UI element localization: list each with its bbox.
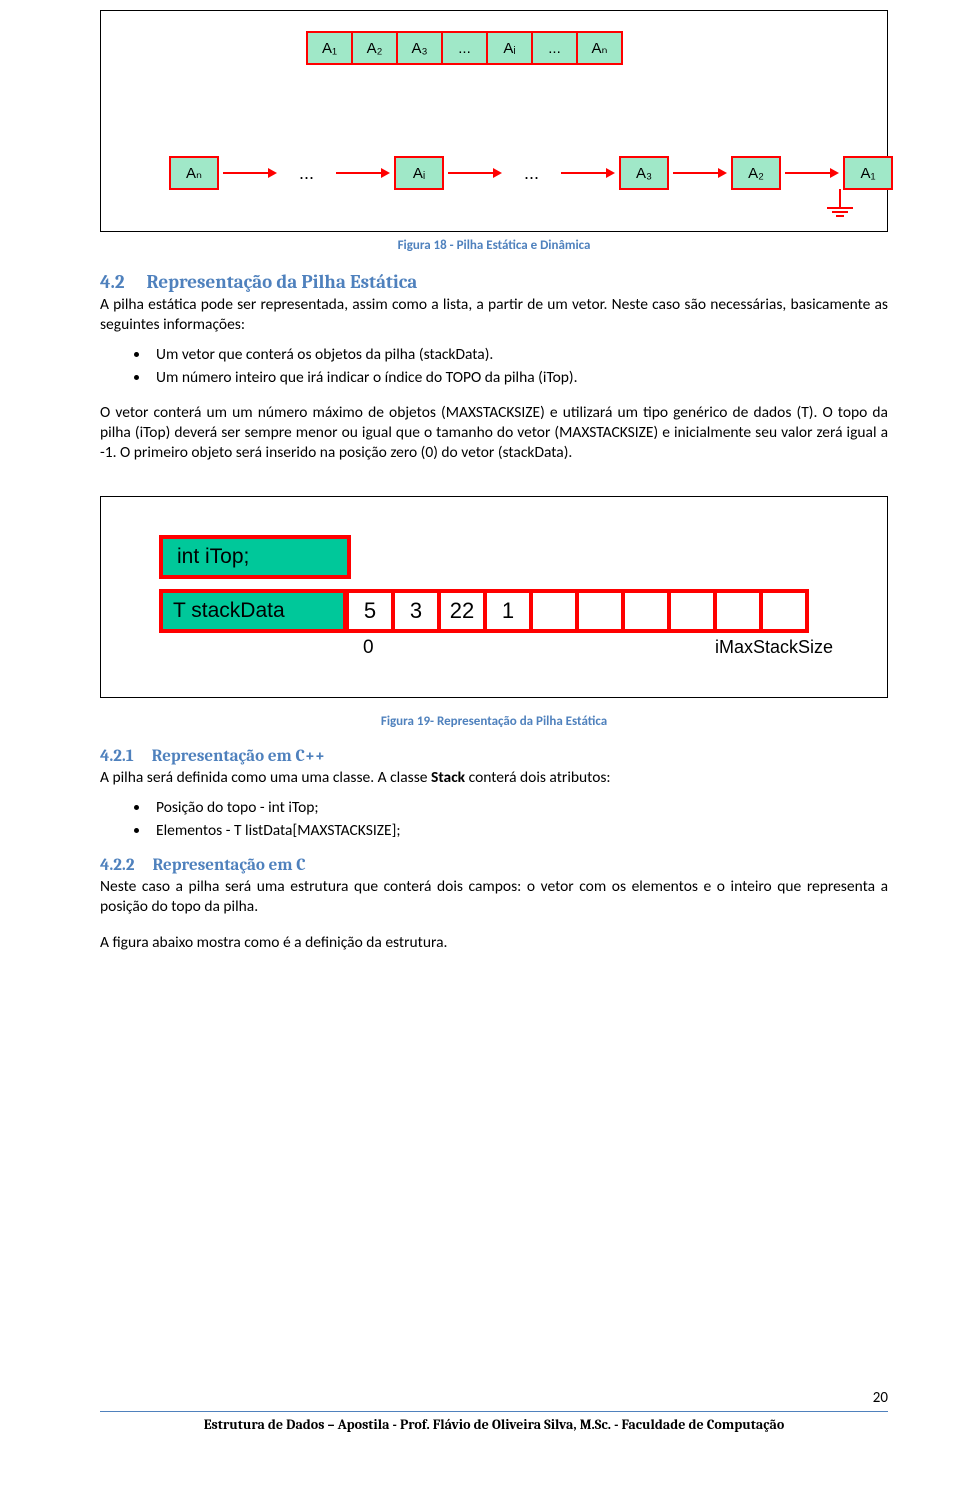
arrow-icon — [561, 168, 615, 178]
paragraph: A figura abaixo mostra como é a definiçã… — [100, 933, 888, 953]
list-node: A₁ — [843, 156, 893, 190]
arrow-icon — [785, 168, 839, 178]
ellipsis: ... — [524, 163, 539, 184]
arrow-icon — [223, 168, 277, 178]
array-cell: Aᵢ — [488, 33, 533, 63]
stackdata-cells: 5 3 22 1 — [345, 589, 809, 633]
array-cell: ... — [443, 33, 488, 63]
figure-19-frame: int iTop; T stackData 5 3 22 1 0 iMaxSta… — [100, 496, 888, 698]
axis-max: iMaxStackSize — [715, 637, 833, 658]
list-node: Aᵢ — [394, 156, 444, 190]
data-cell — [713, 589, 759, 633]
paragraph: O vetor conterá um um número máximo de o… — [100, 403, 888, 463]
data-cell: 3 — [391, 589, 437, 633]
array-cell: ... — [533, 33, 578, 63]
ground-icon — [825, 189, 855, 217]
bullet-list: Posição do topo - int iTop; Elementos - … — [100, 798, 888, 842]
data-cell: 22 — [437, 589, 483, 633]
data-cell — [667, 589, 713, 633]
figure-19-caption: Figura 19- Representação da Pilha Estáti… — [100, 714, 888, 729]
list-item: Um número inteiro que irá indicar o índi… — [150, 368, 888, 389]
figure-18-frame: A₁ A₂ A₃ ... Aᵢ ... Aₙ Aₙ ... Aᵢ ... A₃ … — [100, 10, 888, 232]
list-item: Elementos - T listData[MAXSTACKSIZE]; — [150, 821, 888, 842]
data-cell — [759, 589, 809, 633]
arrow-icon — [336, 168, 390, 178]
heading-title: Representação da Pilha Estática — [147, 271, 418, 293]
page-number: 20 — [873, 1389, 888, 1407]
axis-zero: 0 — [363, 637, 374, 659]
heading-4-2-1: 4.2.1 Representação em C++ — [100, 747, 888, 766]
heading-4-2-2: 4.2.2 Representação em C — [100, 856, 888, 875]
paragraph: Neste caso a pilha será uma estrutura qu… — [100, 877, 888, 917]
array-cell: A₂ — [353, 33, 398, 63]
data-cell: 1 — [483, 589, 529, 633]
heading-number: 4.2.1 — [100, 747, 134, 766]
heading-number: 4.2 — [100, 271, 125, 293]
list-node: Aₙ — [169, 156, 219, 190]
linked-list: Aₙ ... Aᵢ ... A₃ A₂ A₁ — [169, 156, 867, 190]
stackdata-label: T stackData — [159, 589, 347, 633]
ellipsis: ... — [299, 163, 314, 184]
array-cell: A₁ — [308, 33, 353, 63]
paragraph: A pilha estática pode ser representada, … — [100, 295, 888, 335]
list-node: A₂ — [731, 156, 781, 190]
array-cell: A₃ — [398, 33, 443, 63]
heading-4-2: 4.2 Representação da Pilha Estática — [100, 271, 888, 293]
figure-18-caption: Figura 18 - Pilha Estática e Dinâmica — [100, 238, 888, 253]
itop-box: int iTop; — [159, 535, 351, 579]
data-cell — [529, 589, 575, 633]
arrow-icon — [448, 168, 502, 178]
data-cell: 5 — [345, 589, 391, 633]
list-node: A₃ — [619, 156, 669, 190]
heading-title: Representação em C — [152, 856, 305, 875]
array-cell: Aₙ — [578, 33, 621, 63]
static-array: A₁ A₂ A₃ ... Aᵢ ... Aₙ — [306, 31, 623, 65]
list-item: Posição do topo - int iTop; — [150, 798, 888, 819]
bullet-list: Um vetor que conterá os objetos da pilha… — [100, 345, 888, 389]
data-cell — [575, 589, 621, 633]
heading-number: 4.2.2 — [100, 856, 134, 875]
list-item: Um vetor que conterá os objetos da pilha… — [150, 345, 888, 366]
paragraph: A pilha será definida como uma uma class… — [100, 768, 888, 788]
heading-title: Representação em C++ — [152, 747, 325, 766]
data-cell — [621, 589, 667, 633]
footer: Estrutura de Dados – Apostila - Prof. Fl… — [100, 1411, 888, 1433]
arrow-icon — [673, 168, 727, 178]
